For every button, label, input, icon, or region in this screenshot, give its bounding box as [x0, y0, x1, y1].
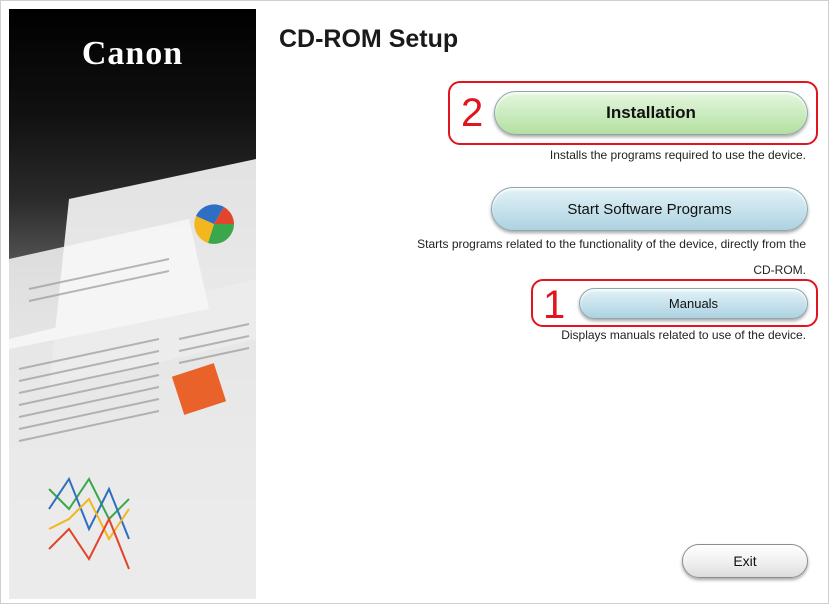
setup-window: Canon CD-ROM Setup Installation Installs… — [0, 0, 829, 604]
start-software-button-label: Start Software Programs — [567, 200, 732, 218]
documents-illustration — [9, 159, 256, 599]
callout-number-1: 1 — [543, 283, 566, 327]
exit-button-label: Exit — [733, 553, 757, 569]
callout-number-2: 2 — [461, 91, 484, 135]
brand-panel: Canon — [9, 9, 256, 599]
canon-logo: Canon — [81, 35, 184, 72]
start-software-button[interactable]: Start Software Programs — [491, 187, 808, 231]
start-software-description: Starts programs related to the functiona… — [417, 237, 806, 251]
page-title: CD-ROM Setup — [279, 25, 459, 53]
installation-callout — [448, 81, 818, 145]
installation-description: Installs the programs required to use th… — [549, 148, 806, 162]
manuals-callout — [531, 279, 818, 327]
start-software-description-cont: CD-ROM. — [753, 263, 806, 277]
manuals-description: Displays manuals related to use of the d… — [561, 328, 806, 342]
exit-button[interactable]: Exit — [682, 544, 808, 578]
